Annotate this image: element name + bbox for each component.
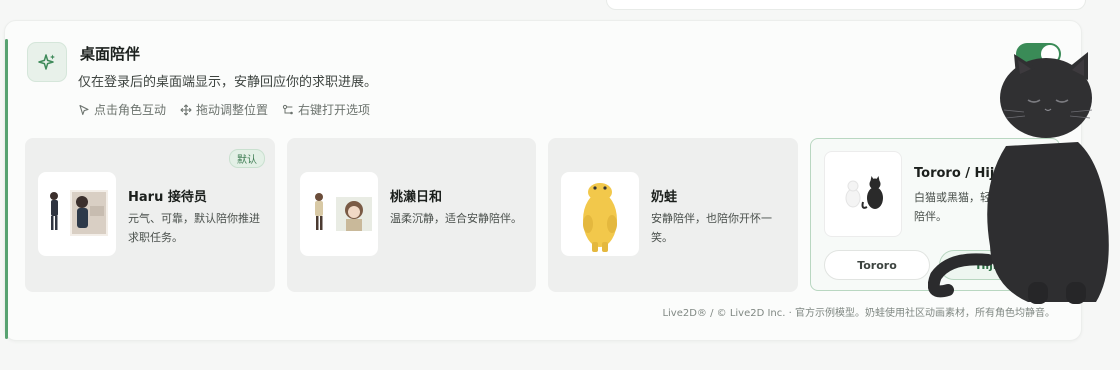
previous-card [606,0,1086,10]
default-badge: 默认 [229,149,265,168]
character-thumbnail [38,172,116,256]
feature-description: 仅在登录后的桌面端显示，安静回应你的求职进展。 [78,75,378,90]
right-click-icon [282,104,293,114]
hint-drag: 拖动调整位置 [180,101,268,118]
character-thumbnail [561,172,639,256]
hint-list: 点击角色互动 拖动调整位置 右键打开选项 [78,101,370,118]
desktop-companion-panel: 桌面陪伴 仅在登录后的桌面端显示，安静回应你的求职进展。 点击角色互动 拖动调整… [4,20,1082,341]
cursor-icon [79,104,89,115]
hint-right-click: 右键打开选项 [282,101,370,118]
hint-click: 点击角色互动 [78,101,166,118]
character-name: 桃濑日和 [390,190,443,205]
character-thumbnail [824,151,902,237]
variant-button-tororo[interactable]: Tororo [824,250,930,280]
companion-cat[interactable] [927,46,1120,316]
previous-section-edge [0,0,1120,14]
feature-title: 桌面陪伴 [80,45,141,63]
character-description: 安静陪伴，也陪你开怀一笑。 [651,212,772,244]
character-description: 温柔沉静，适合安静陪伴。 [390,212,522,225]
character-card-haru[interactable]: 默认 Haru 接待员 元气、可靠，默认陪你推进求职任务。 [25,138,275,292]
character-name: Haru 接待员 [128,190,207,205]
character-card-frog[interactable]: 奶蛙 安静陪伴，也陪你开怀一笑。 [548,138,798,292]
sparkle-icon [27,42,67,82]
character-name: 奶蛙 [651,190,678,205]
hint-label: 拖动调整位置 [196,103,269,117]
character-description: 元气、可靠，默认陪你推进求职任务。 [128,212,260,244]
hint-label: 右键打开选项 [298,103,371,117]
move-icon [180,103,192,116]
accent-bar [5,39,8,339]
character-card-hiyori[interactable]: 桃濑日和 温柔沉静，适合安静陪伴。 [287,138,536,292]
character-thumbnail [300,172,378,256]
hint-label: 点击角色互动 [94,103,167,117]
